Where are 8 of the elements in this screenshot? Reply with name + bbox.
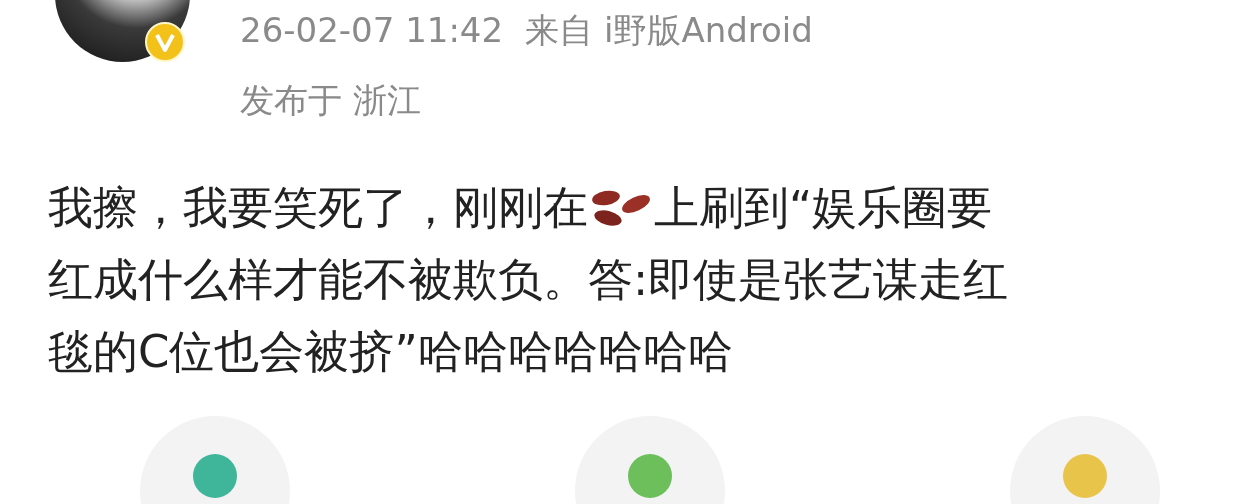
post-text: 上刷到“娱乐圈要 (654, 180, 993, 236)
post-location: 发布于 浙江 (240, 80, 421, 120)
post-text: 红成什么样才能不被欺负。答:即使是张艺谋走红 (48, 252, 1009, 308)
post-text: 我擦，我要笑死了，刚刚在 (48, 180, 588, 236)
post-timestamp: 26-02-07 11:42 (240, 10, 504, 50)
post-source: 来自 i野版Android (525, 10, 813, 50)
post-text: 毯的C位也会被挤”哈哈哈哈哈哈哈 (48, 324, 733, 380)
verified-badge-icon (145, 22, 185, 62)
